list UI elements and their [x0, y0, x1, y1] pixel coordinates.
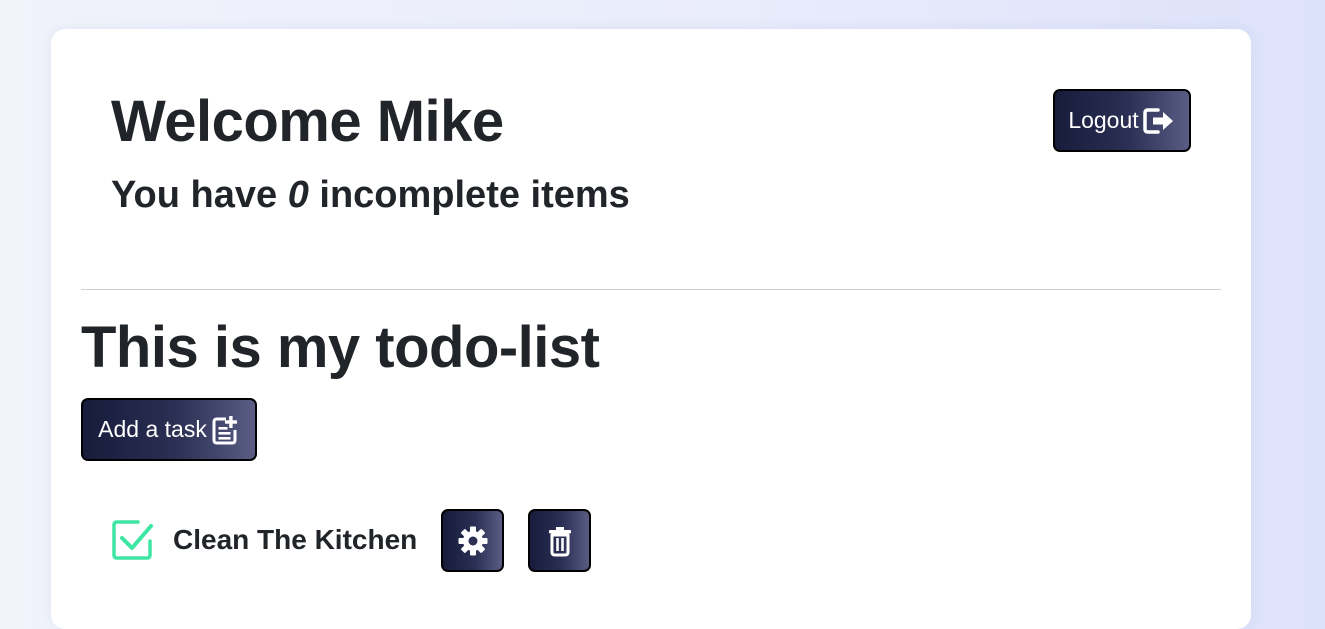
gear-icon: [456, 524, 490, 558]
todo-item: Clean The Kitchen: [111, 509, 631, 572]
logout-icon: [1142, 106, 1176, 136]
trash-icon: [545, 525, 575, 557]
todo-title: Clean The Kitchen: [173, 524, 418, 555]
subtitle-prefix: You have: [111, 174, 288, 216]
subtitle-suffix: incomplete items: [308, 174, 630, 216]
add-task-label: Add a task: [98, 416, 207, 442]
welcome-title: Welcome Mike: [111, 89, 504, 154]
todo-list-title: This is my todo-list: [81, 315, 600, 380]
logout-button[interactable]: Logout: [1053, 89, 1191, 152]
section-divider: [81, 289, 1221, 290]
main-card: Welcome Mike You have 0 incomplete items…: [51, 29, 1251, 629]
logout-label: Logout: [1068, 107, 1139, 133]
task-delete-button[interactable]: [528, 509, 591, 572]
add-task-button[interactable]: Add a task: [81, 398, 257, 461]
incomplete-summary: You have 0 incomplete items: [111, 176, 630, 214]
incomplete-count: 0: [287, 174, 309, 216]
add-task-icon: [210, 414, 240, 446]
checked-box-icon[interactable]: [111, 519, 153, 561]
task-settings-button[interactable]: [441, 509, 504, 572]
